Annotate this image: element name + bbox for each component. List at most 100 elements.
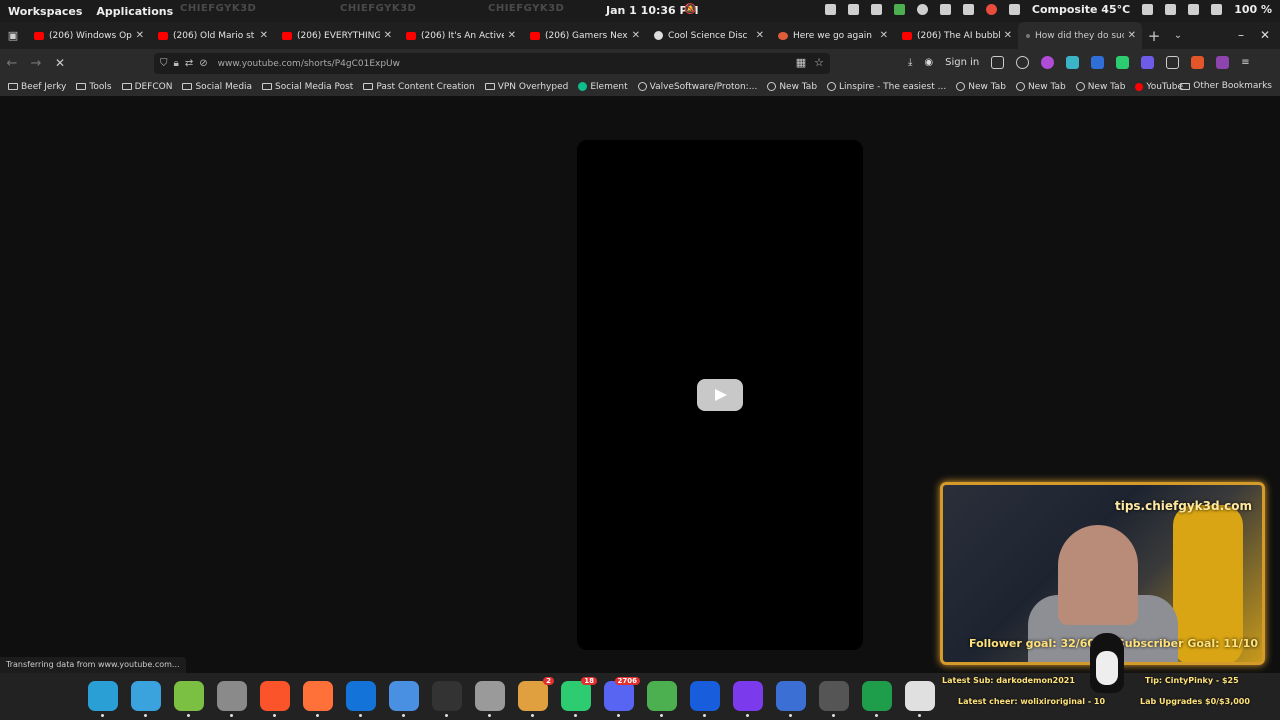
browser-tab[interactable]: (206) Gamers Nexus ✕ <box>522 22 646 49</box>
search-app-icon[interactable] <box>88 681 118 717</box>
close-tab-icon[interactable]: ✕ <box>260 30 268 41</box>
close-tab-icon[interactable]: ✕ <box>1128 30 1136 41</box>
address-bar[interactable]: ⛉ 🔒︎ ⇄ ⊘ www.youtube.com/shorts/P4gC01Ex… <box>154 53 830 74</box>
extension-icon[interactable] <box>1066 56 1080 69</box>
display-icon[interactable] <box>1165 4 1177 15</box>
tray-icon[interactable] <box>939 4 951 15</box>
extension-icon[interactable] <box>1116 56 1130 69</box>
other-bookmarks-folder[interactable]: Other Bookmarks <box>1180 81 1272 91</box>
bookmark-link[interactable]: Element <box>578 82 628 92</box>
extension-icon[interactable] <box>1141 56 1155 69</box>
close-tab-icon[interactable]: ✕ <box>632 30 640 41</box>
menu-icon[interactable]: ≡ <box>1241 57 1249 68</box>
extension-icon[interactable] <box>1166 56 1180 69</box>
bookmark-link[interactable]: New Tab <box>767 82 817 92</box>
mute-bell-icon[interactable]: 🔕 <box>684 4 696 15</box>
tray-icon[interactable] <box>847 4 859 15</box>
shorts-video-player[interactable] <box>577 140 863 650</box>
permissions-icon[interactable]: ⇄ <box>185 58 193 69</box>
bookmark-link[interactable]: New Tab <box>956 82 1006 92</box>
audio-app-icon[interactable] <box>776 681 806 717</box>
qr-code-icon[interactable]: ▦ <box>796 56 806 69</box>
close-window-icon[interactable]: ✕ <box>1260 28 1270 42</box>
bookmark-link[interactable]: YouTube <box>1135 82 1183 92</box>
play-button-icon[interactable] <box>697 379 743 411</box>
vm-app-icon[interactable] <box>819 681 849 717</box>
spreadsheet-icon[interactable] <box>862 681 892 717</box>
temperature-sensor[interactable]: Composite 45°C <box>1032 3 1130 16</box>
browser-tab[interactable]: Cool Science Disc ✕ <box>646 22 770 49</box>
bookmark-folder[interactable]: VPN Overhyped <box>484 82 568 92</box>
browser-tab[interactable]: (206) EVERYTHING ✕ <box>274 22 398 49</box>
battery-icon[interactable] <box>1211 4 1223 15</box>
file-manager-icon[interactable] <box>217 681 247 717</box>
bookmark-folder[interactable]: Past Content Creation <box>363 82 475 92</box>
files-app-icon[interactable] <box>131 681 161 717</box>
browser-tab[interactable]: (206) It's An Active Ch ✕ <box>398 22 522 49</box>
browser-tab[interactable]: (206) Windows Op ✕ <box>26 22 150 49</box>
volume-icon[interactable] <box>1188 4 1200 15</box>
brave-browser-icon[interactable] <box>260 681 290 717</box>
extension-icon[interactable] <box>1091 56 1105 69</box>
bookmark-link[interactable]: New Tab <box>1075 82 1125 92</box>
bookmark-link[interactable]: ValveSoftware/Proton:... <box>637 82 757 92</box>
browser-tab[interactable]: (206) Old Mario st ✕ <box>150 22 274 49</box>
steam-icon[interactable] <box>916 4 928 15</box>
url-text[interactable]: www.youtube.com/shorts/P4gC01ExpUw <box>218 59 400 69</box>
account-icon[interactable]: ◉ <box>924 57 933 68</box>
list-all-tabs-icon[interactable]: ⌄ <box>1166 30 1190 41</box>
bookmark-folder[interactable]: Beef Jerky <box>8 82 66 92</box>
tray-icon[interactable] <box>824 4 836 15</box>
extension-icon[interactable] <box>1041 56 1055 69</box>
text-editor-icon[interactable] <box>905 681 935 717</box>
bookmark-folder[interactable]: Tools <box>76 82 112 92</box>
archive-icon[interactable]: 2 <box>518 677 554 717</box>
clipboard-icon[interactable] <box>1142 4 1154 15</box>
firefox-icon[interactable] <box>303 681 333 717</box>
wifi-icon[interactable] <box>1008 4 1020 15</box>
new-tab-button[interactable]: + <box>1142 27 1166 45</box>
lock-icon[interactable]: 🔒︎ <box>174 58 179 69</box>
shield-icon[interactable]: ⛉ <box>160 58 168 69</box>
close-tab-icon[interactable]: ✕ <box>1004 30 1012 41</box>
forward-arrow-icon[interactable]: → <box>24 56 48 71</box>
browser-tab[interactable]: (206) The AI bubble is ✕ <box>894 22 1018 49</box>
sync-app-icon[interactable]: 18 <box>561 677 597 717</box>
close-tab-icon[interactable]: ✕ <box>384 30 392 41</box>
stop-loading-icon[interactable]: ✕ <box>48 56 72 70</box>
bookmark-folder[interactable]: Social Media Post <box>262 82 353 92</box>
downloads-icon[interactable]: ⤓ <box>908 57 912 68</box>
obsidian-icon[interactable] <box>733 681 763 717</box>
close-tab-icon[interactable]: ✕ <box>880 30 888 41</box>
close-tab-icon[interactable]: ✕ <box>508 30 516 41</box>
chromium-icon[interactable] <box>389 681 419 717</box>
minimize-icon[interactable]: – <box>1238 28 1244 42</box>
discord-tray-icon[interactable] <box>962 4 974 15</box>
browser-tab-active[interactable]: How did they do such ✕ <box>1018 22 1142 49</box>
app-grid-icon[interactable] <box>174 681 204 717</box>
tray-icon[interactable] <box>870 4 882 15</box>
bookmark-star-icon[interactable]: ☆ <box>814 56 824 69</box>
tray-icon[interactable] <box>985 4 997 15</box>
thunderbird-icon[interactable] <box>346 681 376 717</box>
bookmark-link[interactable]: Linspire - The easiest ... <box>827 82 946 92</box>
back-arrow-icon[interactable]: ← <box>0 56 24 71</box>
tab-overview-icon[interactable]: ▣ <box>0 22 26 49</box>
extension-icon[interactable] <box>1016 56 1030 69</box>
tray-icon[interactable] <box>893 4 905 15</box>
store-icon[interactable] <box>647 681 677 717</box>
browser-tab[interactable]: Here we go again ✕ <box>770 22 894 49</box>
tracking-icon[interactable]: ⊘ <box>199 58 207 69</box>
bookmark-folder[interactable]: DEFCON <box>121 82 172 92</box>
terminal-icon[interactable] <box>432 681 462 717</box>
bookmark-link[interactable]: New Tab <box>1015 82 1066 92</box>
extension-icon[interactable] <box>1216 56 1230 69</box>
extension-icon[interactable] <box>1191 56 1205 69</box>
settings-icon[interactable] <box>475 681 505 717</box>
close-tab-icon[interactable]: ✕ <box>756 30 764 41</box>
bitwarden-icon[interactable] <box>690 681 720 717</box>
extension-icon[interactable] <box>991 56 1005 69</box>
close-tab-icon[interactable]: ✕ <box>136 30 144 41</box>
sign-in-button[interactable]: Sign in <box>945 57 979 68</box>
discord-icon[interactable]: 2706 <box>604 677 640 717</box>
